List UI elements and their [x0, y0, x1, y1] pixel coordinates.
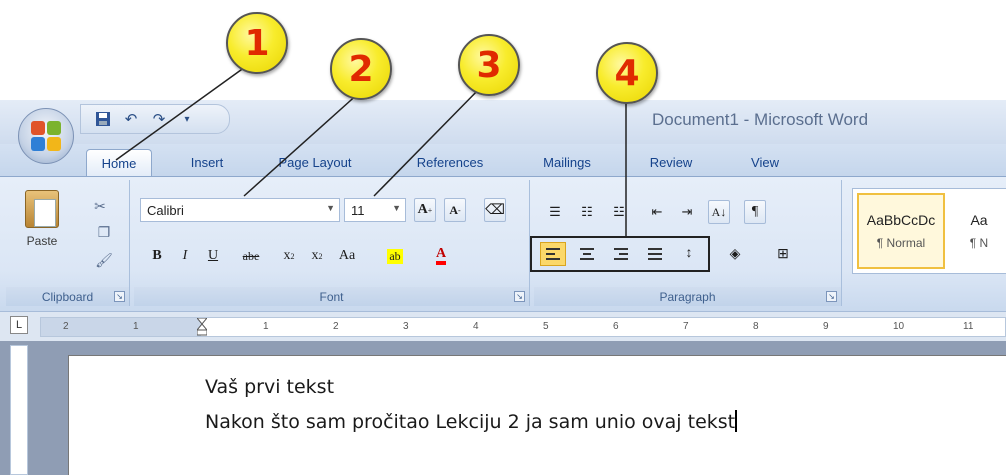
document-line-1[interactable]: Vaš prvi tekst: [205, 376, 334, 398]
document-line-2[interactable]: Nakon što sam pročitao Lekciju 2 ja sam …: [205, 410, 738, 433]
ruler-label: 3: [403, 321, 409, 332]
vertical-ruler[interactable]: [10, 345, 28, 475]
font-name-combo[interactable]: Calibri ▼: [140, 198, 340, 222]
font-name-value: Calibri: [147, 202, 184, 218]
office-logo-icon: [31, 121, 61, 151]
style-name: ¶ N: [969, 236, 989, 250]
bold-button[interactable]: B: [146, 244, 168, 268]
clipboard-launcher-icon[interactable]: ↘: [114, 291, 125, 302]
ruler-label: 2: [63, 321, 69, 332]
tab-page-layout[interactable]: Page Layout: [266, 149, 364, 176]
tab-selector[interactable]: L: [10, 316, 28, 334]
callout-4: 4: [596, 42, 658, 104]
ruler-label: 2: [333, 321, 339, 332]
strikethrough-button[interactable]: abe: [240, 244, 262, 268]
tab-mailings[interactable]: Mailings: [530, 149, 604, 176]
ruler-label: 8: [753, 321, 759, 332]
style-sample: AaBbCcDc: [866, 212, 936, 228]
chevron-down-icon: ▼: [326, 203, 335, 213]
style-sample: Aa: [970, 212, 988, 228]
font-color-icon[interactable]: A: [430, 244, 452, 268]
font-group-label: Font: [319, 289, 344, 304]
borders-icon[interactable]: ⊞: [770, 242, 796, 266]
callout-3: 3: [458, 34, 520, 96]
bullets-icon[interactable]: ☰: [544, 200, 566, 224]
decrease-indent-icon[interactable]: ⇤: [646, 200, 668, 224]
italic-button[interactable]: I: [174, 244, 196, 268]
multilevel-list-icon[interactable]: ☳: [608, 200, 630, 224]
chevron-down-icon: ▼: [392, 203, 401, 213]
ruler-label: 5: [543, 321, 549, 332]
indent-marker-icon[interactable]: [197, 318, 207, 336]
ruler-label: 10: [893, 321, 905, 332]
ruler-label: 11: [963, 321, 974, 332]
font-size-value: 11: [351, 202, 365, 218]
style-normal[interactable]: AaBbCcDc ¶ Normal: [857, 193, 945, 269]
clear-formatting-icon[interactable]: ⌫: [484, 198, 506, 222]
tab-review[interactable]: Review: [640, 149, 702, 176]
text-cursor: [735, 410, 738, 432]
style-name: ¶ Normal: [876, 236, 926, 250]
window-title: Document1 - Microsoft Word: [652, 110, 869, 129]
redo-icon[interactable]: ↷: [148, 108, 170, 130]
superscript-button[interactable]: x2: [306, 244, 328, 268]
style-no-spacing[interactable]: Aa ¶ N: [949, 193, 1006, 269]
ruler-label: 1: [133, 321, 139, 332]
grow-font-button[interactable]: A +: [414, 198, 436, 222]
tab-references[interactable]: References: [400, 149, 500, 176]
document-line-2-text: Nakon što sam pročitao Lekciju 2 ja sam …: [205, 411, 736, 433]
callout-2: 2: [330, 38, 392, 100]
callout-1: 1: [226, 12, 288, 74]
styles-gallery: AaBbCcDc ¶ Normal Aa ¶ N: [852, 188, 1006, 274]
office-button[interactable]: [18, 108, 74, 164]
tab-view[interactable]: View: [740, 149, 790, 176]
paste-icon: [25, 190, 59, 228]
superscript-label: x: [311, 248, 319, 263]
ruler-label: 9: [823, 321, 829, 332]
clipboard-group-label: Clipboard: [41, 289, 94, 304]
cut-icon[interactable]: ✂: [90, 196, 110, 216]
shrink-font-label: A: [449, 202, 458, 217]
format-painter-icon[interactable]: 🖌: [94, 250, 114, 270]
numbering-icon[interactable]: ☷: [576, 200, 598, 224]
change-case-button[interactable]: Aa: [336, 244, 358, 268]
underline-button[interactable]: U: [202, 244, 224, 268]
ruler-label: 6: [613, 321, 619, 332]
show-marks-button[interactable]: ¶: [744, 200, 766, 224]
paste-button[interactable]: Paste: [18, 190, 66, 262]
font-size-combo[interactable]: 11 ▼: [344, 198, 406, 222]
tab-insert[interactable]: Insert: [180, 149, 234, 176]
ruler-label: 1: [263, 321, 269, 332]
grow-font-label: A: [417, 202, 428, 217]
copy-icon[interactable]: ❐: [94, 222, 114, 242]
paragraph-launcher-icon[interactable]: ↘: [826, 291, 837, 302]
undo-icon[interactable]: ↶: [120, 108, 142, 130]
subscript-button[interactable]: x2: [278, 244, 300, 268]
shrink-font-button[interactable]: A-: [444, 198, 466, 222]
tab-home[interactable]: Home: [86, 149, 152, 176]
customize-qat-icon[interactable]: ▾: [176, 108, 198, 130]
paste-label: Paste: [26, 234, 58, 248]
alignment-highlight-box: [530, 236, 710, 272]
font-launcher-icon[interactable]: ↘: [514, 291, 525, 302]
ruler-label: 4: [473, 321, 479, 332]
horizontal-ruler[interactable]: 2 1 1 2 3 4 5 6 7 8 9 10 11: [40, 317, 1006, 337]
shading-icon[interactable]: ◈: [722, 242, 748, 266]
paragraph-group-label: Paragraph: [659, 289, 716, 304]
ruler-label: 7: [683, 321, 689, 332]
highlight-icon[interactable]: ab: [384, 244, 406, 268]
sort-button[interactable]: A↓: [708, 200, 730, 224]
save-icon[interactable]: [92, 108, 114, 130]
increase-indent-icon[interactable]: ⇥: [676, 200, 698, 224]
subscript-label: x: [283, 248, 291, 263]
